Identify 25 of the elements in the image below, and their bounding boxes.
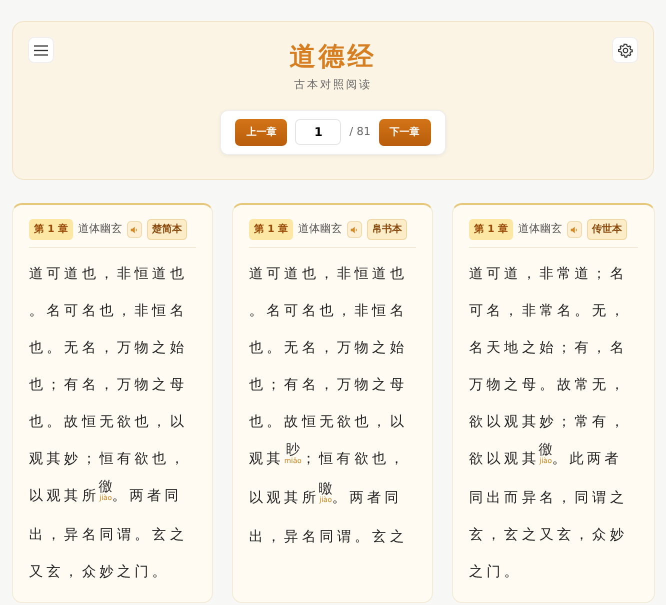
chapter-title: 道体幽玄 — [518, 221, 562, 238]
version-button[interactable]: 帛书本 — [366, 219, 407, 240]
version-button[interactable]: 楚简本 — [146, 219, 187, 240]
app-subtitle: 古本对照阅读 — [294, 77, 372, 94]
speaker-icon — [130, 226, 138, 234]
chapter-title: 道体幽玄 — [298, 221, 342, 238]
speaker-button[interactable] — [126, 221, 142, 238]
previous-chapter-button[interactable]: 上一章 — [235, 118, 288, 146]
next-chapter-button[interactable]: 下一章 — [378, 118, 431, 146]
chapter-badge: 第 1 章 — [469, 219, 513, 240]
speaker-icon — [350, 226, 358, 234]
menu-icon — [34, 44, 48, 56]
chapter-badge: 第 1 章 — [29, 219, 73, 240]
speaker-icon — [570, 226, 578, 234]
settings-button[interactable] — [612, 37, 638, 63]
menu-button[interactable] — [28, 37, 54, 63]
chapter-badge: 第 1 章 — [249, 219, 293, 240]
chapter-title: 道体幽玄 — [78, 221, 122, 238]
speaker-button[interactable] — [346, 221, 362, 238]
version-button[interactable]: 传世本 — [586, 219, 627, 240]
speaker-button[interactable] — [566, 221, 582, 238]
chapter-total: / 81 — [349, 124, 371, 140]
settings-icon — [618, 42, 632, 58]
app-title: 道德经 — [290, 42, 376, 74]
chapter-input[interactable]: 1 — [295, 119, 342, 146]
